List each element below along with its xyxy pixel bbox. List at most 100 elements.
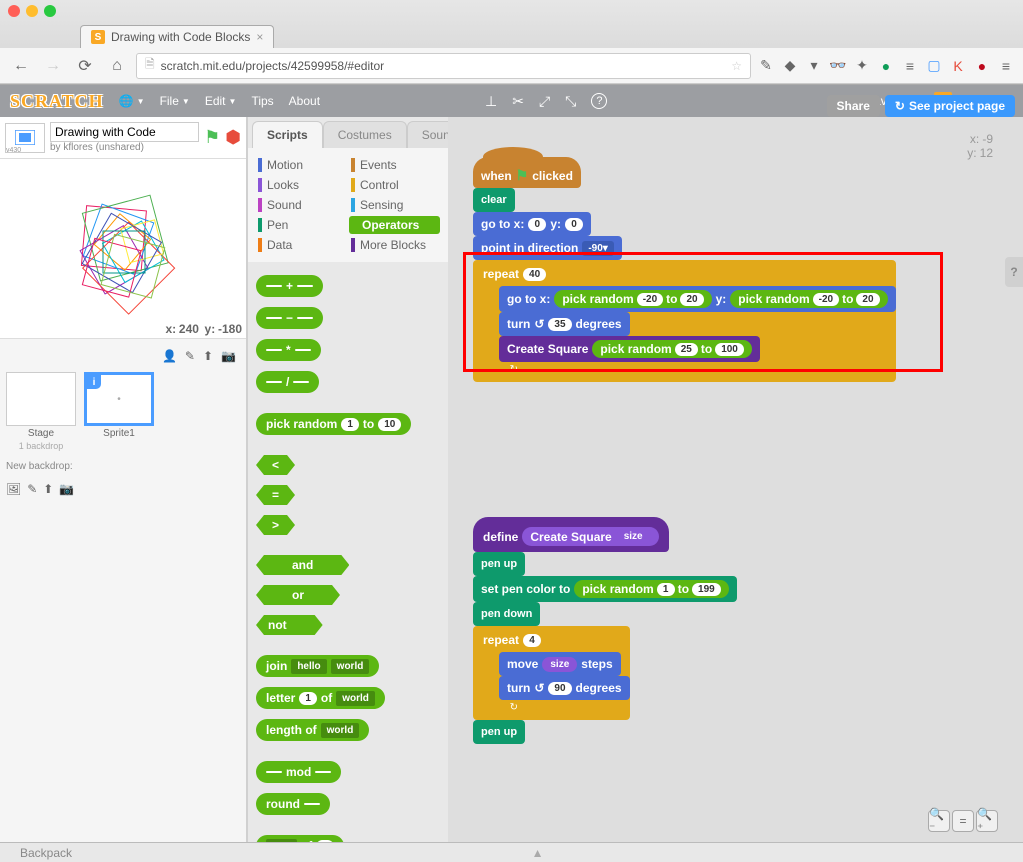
cat-more[interactable]: More Blocks xyxy=(349,236,440,254)
cat-operators[interactable]: Operators xyxy=(349,216,440,234)
backdrop-paint-icon[interactable]: ✎ xyxy=(27,482,37,496)
pen-down-block[interactable]: pen down xyxy=(473,602,540,626)
cat-motion[interactable]: Motion xyxy=(256,156,347,174)
see-project-button[interactable]: ↻See project page xyxy=(885,95,1015,117)
ext-icon-2[interactable]: ◆ xyxy=(781,57,799,75)
op-letter[interactable]: letter1ofworld xyxy=(256,687,385,709)
op-round[interactable]: round xyxy=(256,793,330,815)
backdrop-library-icon[interactable]: 🖼 xyxy=(6,482,21,496)
star-icon[interactable]: ☆ xyxy=(731,59,742,73)
minimize-window-icon[interactable] xyxy=(26,5,38,17)
category-panel: Motion Events Looks Control Sound Sensin… xyxy=(248,148,448,262)
ext-icon-4[interactable]: ✦ xyxy=(853,57,871,75)
op-random[interactable]: pick random1to10 xyxy=(256,413,411,435)
backdrop-camera-icon[interactable]: 📷 xyxy=(59,482,74,496)
script-area[interactable]: x: -9 y: 12 when⚑clicked clear go to x:0… xyxy=(448,117,1023,842)
pinterest-icon[interactable]: ● xyxy=(973,57,991,75)
op-sub[interactable]: − xyxy=(256,307,323,329)
sprite1-item[interactable]: i• Sprite1 xyxy=(84,372,154,451)
hangouts-icon[interactable]: ● xyxy=(877,57,895,75)
tips-menu[interactable]: Tips xyxy=(251,94,273,108)
op-eq[interactable]: = xyxy=(256,485,295,505)
stage-item[interactable]: Stage 1 backdrop xyxy=(6,372,76,451)
op-mod[interactable]: mod xyxy=(256,761,341,783)
pen-up-block[interactable]: pen up xyxy=(473,552,525,576)
browser-tab[interactable]: S Drawing with Code Blocks × xyxy=(80,25,274,48)
stamp-icon[interactable]: ⊥ xyxy=(485,93,497,110)
op-length[interactable]: length ofworld xyxy=(256,719,369,741)
new-sprite-library-icon[interactable]: 👤 xyxy=(162,349,177,363)
backpack-expand-icon[interactable]: ▲ xyxy=(532,846,544,860)
globe-icon[interactable]: 🌐▼ xyxy=(119,94,145,108)
url-bar[interactable]: 🗎 scratch.mit.edu/projects/42599958/#edi… xyxy=(136,53,751,79)
turn-90-block[interactable]: turn↺90degrees xyxy=(499,676,630,700)
zoom-reset-button[interactable]: = xyxy=(952,810,974,832)
op-and[interactable]: and xyxy=(256,555,349,575)
ext-icon-5[interactable]: ▢ xyxy=(925,57,943,75)
tab-close-icon[interactable]: × xyxy=(256,30,263,44)
backpack-panel[interactable]: Backpack▲ xyxy=(0,842,1023,862)
forward-button[interactable]: → xyxy=(40,53,66,79)
set-pen-color-block[interactable]: set pen color to pick random1to199 xyxy=(473,576,737,602)
green-flag-icon[interactable]: ⚑ xyxy=(204,127,220,148)
pen-up-2-block[interactable]: pen up xyxy=(473,720,525,744)
cat-data[interactable]: Data xyxy=(256,236,347,254)
back-button[interactable]: ← xyxy=(8,53,34,79)
close-window-icon[interactable] xyxy=(8,5,20,17)
op-lt[interactable]: < xyxy=(256,455,295,475)
buffer-icon[interactable]: ≡ xyxy=(901,57,919,75)
presentation-mode-icon[interactable] xyxy=(5,123,45,153)
edit-menu[interactable]: Edit▼ xyxy=(205,94,237,108)
cat-sound[interactable]: Sound xyxy=(256,196,347,214)
zoom-out-button[interactable]: 🔍⁻ xyxy=(928,810,950,832)
new-sprite-paint-icon[interactable]: ✎ xyxy=(185,349,195,363)
about-menu[interactable]: About xyxy=(289,94,320,108)
stop-icon[interactable]: ⬢ xyxy=(225,127,241,148)
file-menu[interactable]: File▼ xyxy=(160,94,190,108)
backdrop-upload-icon[interactable]: ⬆ xyxy=(43,482,53,496)
cat-pen[interactable]: Pen xyxy=(256,216,347,234)
reload-button[interactable]: ⟳ xyxy=(72,53,98,79)
op-join[interactable]: joinhelloworld xyxy=(256,655,379,677)
move-block[interactable]: movesizesteps xyxy=(499,652,621,676)
share-button[interactable]: Share xyxy=(827,95,880,117)
op-not[interactable]: not xyxy=(256,615,323,635)
zoom-controls: 🔍⁻ = 🔍⁺ xyxy=(928,810,998,832)
project-title-input[interactable] xyxy=(50,122,199,142)
ext-icon-3[interactable]: 👓 xyxy=(829,57,847,75)
when-flag-clicked-block[interactable]: when⚑clicked xyxy=(473,157,581,188)
clear-block[interactable]: clear xyxy=(473,188,515,212)
op-mul[interactable]: * xyxy=(256,339,321,361)
cat-events[interactable]: Events xyxy=(349,156,440,174)
repeat-4-block[interactable]: repeat4 movesizesteps turn↺90degrees xyxy=(473,626,630,720)
goto-block[interactable]: go to x:0y:0 xyxy=(473,212,591,236)
pocket-icon[interactable]: ▾ xyxy=(805,57,823,75)
cat-sensing[interactable]: Sensing xyxy=(349,196,440,214)
op-gt[interactable]: > xyxy=(256,515,295,535)
sprite-info-icon[interactable]: i xyxy=(87,375,101,389)
tab-scripts[interactable]: Scripts xyxy=(252,121,323,148)
op-or[interactable]: or xyxy=(256,585,340,605)
ext-icon-6[interactable]: K xyxy=(949,57,967,75)
new-sprite-upload-icon[interactable]: ⬆ xyxy=(203,349,213,363)
zoom-in-button[interactable]: 🔍⁺ xyxy=(976,810,998,832)
help-tab[interactable]: ? xyxy=(1005,257,1023,287)
tab-costumes[interactable]: Costumes xyxy=(323,121,407,148)
home-button[interactable]: ⌂ xyxy=(104,53,130,79)
grow-icon[interactable]: ⤢ xyxy=(539,93,550,110)
new-sprite-camera-icon[interactable]: 📷 xyxy=(221,349,236,363)
duplicate-icon[interactable]: ✂ xyxy=(512,93,524,110)
shrink-icon[interactable]: ⤡ xyxy=(565,93,576,110)
help-icon[interactable]: ? xyxy=(591,93,607,109)
stage-preview[interactable]: x: 240 y: -180 xyxy=(0,159,246,339)
op-add[interactable]: + xyxy=(256,275,323,297)
ext-icon-1[interactable]: ✎ xyxy=(757,57,775,75)
cat-control[interactable]: Control xyxy=(349,176,440,194)
op-div[interactable]: / xyxy=(256,371,319,393)
script-2[interactable]: define Create Squaresize pen up set pen … xyxy=(473,517,737,744)
scratch-logo[interactable]: SCRATCH xyxy=(10,91,104,112)
menu-icon[interactable]: ≡ xyxy=(997,57,1015,75)
maximize-window-icon[interactable] xyxy=(44,5,56,17)
define-block[interactable]: define Create Squaresize xyxy=(473,517,669,552)
cat-looks[interactable]: Looks xyxy=(256,176,347,194)
